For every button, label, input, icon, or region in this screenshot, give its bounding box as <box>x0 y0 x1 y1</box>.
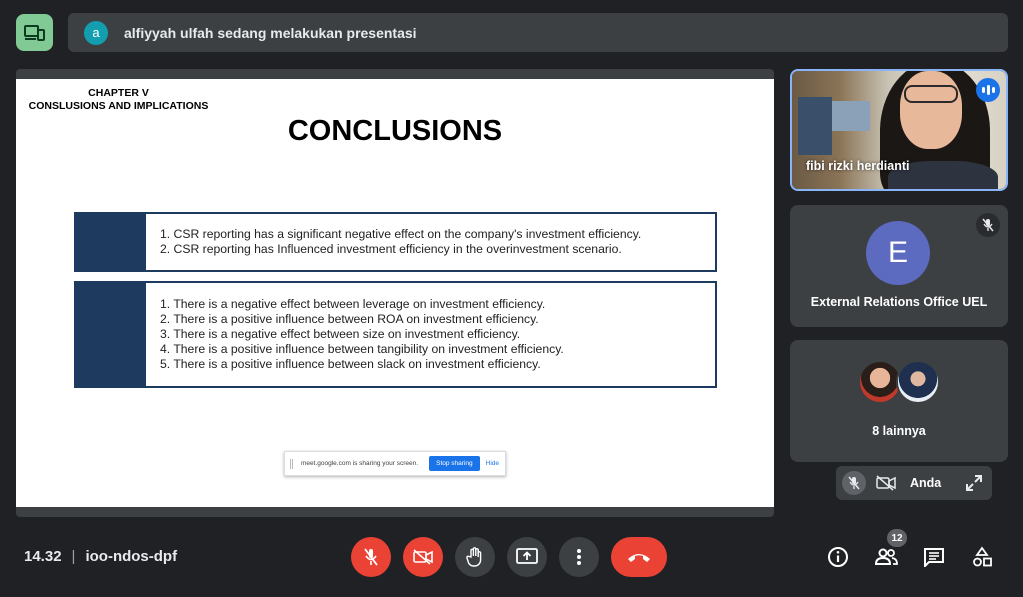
present-icon <box>516 548 538 564</box>
meeting-details: 14.32 | ioo-ndos-dpf <box>24 548 177 565</box>
speaking-indicator-icon <box>976 78 1000 102</box>
list-item: 2. CSR reporting has Influenced investme… <box>160 242 622 256</box>
participant-avatar <box>896 360 940 404</box>
box-accent-bar <box>76 283 146 386</box>
activities-button[interactable] <box>969 544 995 570</box>
other-participants-tile[interactable]: 8 lainnya <box>790 340 1008 462</box>
raise-hand-button[interactable] <box>455 537 495 577</box>
meeting-code[interactable]: ioo-ndos-dpf <box>85 548 177 565</box>
microphone-toggle-button[interactable] <box>351 537 391 577</box>
video-person-glasses <box>904 85 958 103</box>
list-item: 4. There is a positive influence between… <box>160 342 564 356</box>
layout-toggle-button[interactable] <box>16 14 53 51</box>
video-background-frame <box>832 101 870 131</box>
participant-name: External Relations Office UEL <box>810 295 988 309</box>
list-item: 1. There is a negative effect between le… <box>160 297 546 311</box>
people-icon <box>874 548 898 565</box>
meeting-time: 14.32 <box>24 548 62 565</box>
share-notice-text: meet.google.com is sharing your screen. <box>301 460 419 467</box>
hang-up-icon <box>628 554 650 562</box>
leave-call-button[interactable] <box>611 537 667 577</box>
stop-sharing-button[interactable]: Stop sharing <box>429 456 480 471</box>
self-name: Anda <box>910 476 942 490</box>
participant-avatar: E <box>866 221 930 285</box>
participant-tile-video[interactable]: fibi rizki herdianti <box>790 69 1008 191</box>
video-background-shelf <box>798 97 832 155</box>
hide-notice-link[interactable]: Hide <box>486 460 499 467</box>
presenter-avatar: a <box>84 20 108 45</box>
box-accent-bar <box>76 214 146 270</box>
screen-share-notice: meet.google.com is sharing your screen. … <box>284 451 506 476</box>
devices-icon <box>23 24 45 41</box>
conclusion-list-2: 1. There is a negative effect between le… <box>146 283 564 386</box>
camera-off-icon <box>413 549 433 565</box>
video-person-face <box>900 71 962 149</box>
conclusion-list-1: 1. CSR reporting has a significant negat… <box>146 214 641 270</box>
more-options-button[interactable] <box>559 537 599 577</box>
participant-tile-avatar[interactable]: E External Relations Office UEL <box>790 205 1008 327</box>
presentation-slide: CHAPTER V CONSLUSIONS AND IMPLICATIONS C… <box>16 79 774 507</box>
hand-icon <box>466 547 482 567</box>
self-camera-off-icon[interactable] <box>874 471 898 495</box>
participant-name: fibi rizki herdianti <box>806 159 910 173</box>
info-icon <box>828 547 848 567</box>
people-button[interactable] <box>873 544 899 570</box>
drag-handle-icon[interactable] <box>290 458 293 469</box>
meeting-info-button[interactable] <box>825 544 851 570</box>
self-view-bar: Anda <box>836 466 992 500</box>
more-participants-label: 8 lainnya <box>872 424 926 438</box>
chapter-label: CHAPTER V <box>88 87 149 99</box>
list-item: 5. There is a positive influence between… <box>160 357 541 371</box>
slide-title: CONCLUSIONS <box>16 115 774 148</box>
mic-off-icon <box>364 548 378 566</box>
slide-chapter: CHAPTER V CONSLUSIONS AND IMPLICATIONS <box>16 87 221 113</box>
presenting-text: alfiyyah ulfah sedang melakukan presenta… <box>124 24 417 41</box>
chat-icon <box>924 548 944 567</box>
conclusion-box-1: 1. CSR reporting has a significant negat… <box>74 212 717 272</box>
chat-button[interactable] <box>921 544 947 570</box>
expand-icon[interactable] <box>964 473 984 493</box>
muted-mic-icon <box>976 213 1000 237</box>
presenting-banner: a alfiyyah ulfah sedang melakukan presen… <box>68 13 1008 52</box>
list-item: 1. CSR reporting has a significant negat… <box>160 227 642 241</box>
separator: | <box>71 548 76 565</box>
list-item: 3. There is a negative effect between si… <box>160 327 521 341</box>
chapter-subtitle: CONSLUSIONS AND IMPLICATIONS <box>28 100 209 112</box>
list-item: 2. There is a positive influence between… <box>160 312 539 326</box>
self-mic-off-icon[interactable] <box>842 471 866 495</box>
shared-screen: CHAPTER V CONSLUSIONS AND IMPLICATIONS C… <box>16 69 774 517</box>
shapes-icon <box>973 546 992 567</box>
slide-title-text: CONCLUSIONS <box>287 115 503 147</box>
present-screen-button[interactable] <box>507 537 547 577</box>
camera-toggle-button[interactable] <box>403 537 443 577</box>
more-vert-icon <box>577 549 581 565</box>
conclusion-box-2: 1. There is a negative effect between le… <box>74 281 717 388</box>
